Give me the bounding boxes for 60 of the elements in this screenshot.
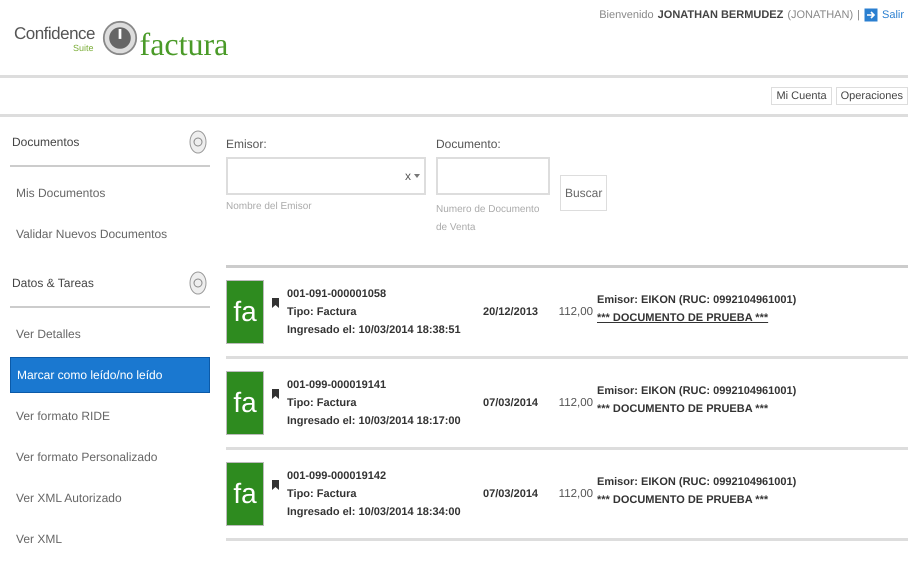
user-login: (JONATHAN) bbox=[787, 9, 854, 21]
received-date: Ingresado el: 10/03/2014 18:34:00 bbox=[287, 506, 462, 518]
user-name: JONATHAN BERMUDEZ bbox=[658, 9, 784, 21]
document-amount: 112,00 bbox=[558, 397, 593, 409]
document-note: *** DOCUMENTO DE PRUEBA *** bbox=[597, 403, 770, 415]
document-type: Tipo: Factura bbox=[287, 488, 358, 500]
document-note: *** DOCUMENTO DE PRUEBA *** bbox=[597, 494, 770, 506]
sidebar-item[interactable]: Ver formato Personalizado bbox=[10, 439, 210, 475]
issuer-text: Emisor: EIKON (RUC: 0992104961001) bbox=[597, 294, 796, 306]
nav-tab[interactable]: Mi Cuenta bbox=[771, 87, 832, 105]
field-hint: Nombre del Emisor bbox=[226, 201, 313, 212]
separator-text: | bbox=[857, 9, 860, 21]
document-type: Tipo: Factura bbox=[287, 306, 358, 318]
sidebar-item[interactable]: Mis Documentos bbox=[10, 175, 210, 211]
issuer-field[interactable]: x bbox=[226, 157, 426, 195]
settings-icon[interactable] bbox=[188, 270, 208, 296]
document-icon bbox=[272, 480, 279, 490]
power-button-icon bbox=[102, 20, 138, 56]
section-title: Documentos bbox=[12, 135, 80, 149]
greeting-text: Bienvenido bbox=[599, 9, 654, 21]
document-field[interactable] bbox=[436, 157, 550, 195]
document-number[interactable]: 001-099-000019142 bbox=[287, 470, 483, 482]
sidebar-item[interactable]: Validar Nuevos Documentos bbox=[10, 216, 210, 252]
document-date: 07/03/2014 bbox=[483, 397, 540, 409]
sidebar-item[interactable]: Marcar como leído/no leído bbox=[10, 357, 210, 393]
document-date: 20/12/2013 bbox=[483, 306, 540, 318]
nav-tab[interactable]: Operaciones bbox=[836, 87, 908, 105]
document-type-badge: fa bbox=[226, 371, 264, 435]
sidebar-item[interactable]: Ver formato RIDE bbox=[10, 398, 210, 434]
sidebar-item[interactable]: Ver XML bbox=[10, 521, 210, 557]
document-number[interactable]: 001-091-000001058 bbox=[287, 288, 483, 300]
document-date: 07/03/2014 bbox=[483, 488, 540, 500]
field-label: Documento: bbox=[436, 136, 502, 151]
document-type-badge: fa bbox=[226, 462, 264, 526]
logo-suite-text: Suite bbox=[73, 42, 94, 52]
sidebar-item[interactable]: Ver Detalles bbox=[10, 316, 210, 352]
logo-product-text: factura bbox=[140, 26, 228, 63]
field-hint: Numero de Documento de Venta bbox=[436, 203, 540, 235]
issuer-text: Emisor: EIKON (RUC: 0992104961001) bbox=[597, 385, 796, 397]
document-amount: 112,00 bbox=[558, 488, 593, 500]
document-icon bbox=[272, 389, 279, 399]
document-icon bbox=[272, 298, 279, 308]
received-date: Ingresado el: 10/03/2014 18:38:51 bbox=[287, 324, 462, 336]
section-title: Datos & Tareas bbox=[12, 276, 94, 290]
field-label: Emisor: bbox=[226, 136, 268, 151]
settings-icon[interactable] bbox=[188, 129, 208, 155]
logo-brand-text: Confidence bbox=[14, 24, 96, 44]
sidebar-item[interactable]: Ver XML Autorizado bbox=[10, 480, 210, 516]
document-type-badge: fa bbox=[226, 280, 264, 344]
received-date: Ingresado el: 10/03/2014 18:17:00 bbox=[287, 415, 462, 427]
clear-button[interactable]: x bbox=[405, 169, 411, 183]
dropdown-caret-icon[interactable] bbox=[414, 174, 420, 178]
document-number[interactable]: 001-099-000019141 bbox=[287, 379, 483, 391]
document-note: *** DOCUMENTO DE PRUEBA *** bbox=[597, 312, 770, 324]
document-type: Tipo: Factura bbox=[287, 397, 358, 409]
search-button[interactable]: Buscar bbox=[560, 175, 608, 211]
logout-icon[interactable] bbox=[864, 8, 878, 22]
issuer-text: Emisor: EIKON (RUC: 0992104961001) bbox=[597, 476, 796, 488]
document-amount: 112,00 bbox=[558, 306, 593, 318]
logout-link[interactable]: Salir bbox=[882, 9, 904, 21]
